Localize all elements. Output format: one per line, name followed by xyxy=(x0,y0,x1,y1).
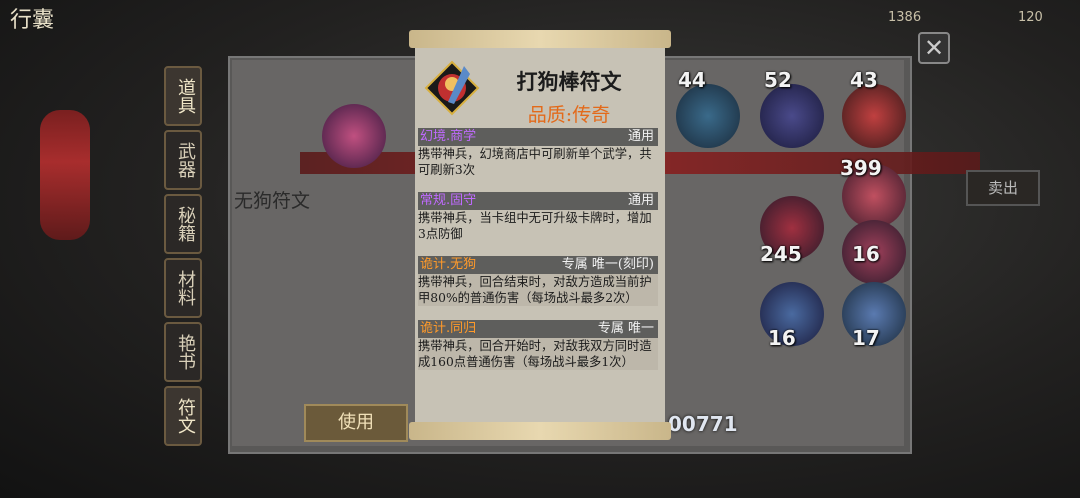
rune-section-header: 幻境.商学 通用 xyxy=(418,128,658,146)
page-title: 行囊 xyxy=(10,8,55,33)
item-count: 00771 xyxy=(668,412,738,436)
rune-section-tag: 专属 唯一 xyxy=(597,321,654,336)
rune-section-tag: 专属 唯一(刻印) xyxy=(561,257,654,272)
grid-item-icon[interactable] xyxy=(760,84,824,148)
tab-runes[interactable]: 符文 xyxy=(164,386,202,446)
item-count: 16 xyxy=(768,326,796,350)
detail-item-name: 无狗符文 xyxy=(234,190,311,212)
grid-item-icon[interactable] xyxy=(842,84,906,148)
decorative-knot xyxy=(40,110,90,240)
rune-section-tag: 通用 xyxy=(627,193,654,208)
tab-books[interactable]: 艳书 xyxy=(164,322,202,382)
tab-items[interactable]: 道具 xyxy=(164,66,202,126)
item-count: 399 xyxy=(840,156,882,180)
rune-item-icon[interactable] xyxy=(322,104,386,168)
tooltip-title: 打狗棒符文 xyxy=(516,69,622,94)
scroll-rod-bottom xyxy=(409,422,671,440)
tab-materials[interactable]: 材料 xyxy=(164,258,202,318)
rune-icon xyxy=(424,60,480,116)
currency-2: 120 xyxy=(1018,10,1043,25)
rune-section-desc: 携带神兵，回合结束时，对敌方造成当前护甲80%的普通伤害（每场战斗最多2次） xyxy=(418,274,658,306)
tab-manuals[interactable]: 秘籍 xyxy=(164,194,202,254)
sell-button[interactable]: 卖出 xyxy=(966,170,1040,206)
item-count: 52 xyxy=(764,68,792,92)
use-button[interactable]: 使用 xyxy=(304,404,408,442)
rune-section-desc: 携带神兵，幻境商店中可刷新单个武学，共可刷新3次 xyxy=(418,147,652,177)
tab-weapons[interactable]: 武器 xyxy=(164,130,202,190)
item-count: 44 xyxy=(678,68,706,92)
item-count: 245 xyxy=(760,242,802,266)
rune-section-name: 常规.固守 xyxy=(420,193,477,208)
tooltip-quality: 品质:传奇 xyxy=(527,104,611,126)
rune-section-name: 诡计.无狗 xyxy=(420,257,477,272)
rune-section-name: 幻境.商学 xyxy=(420,129,477,144)
item-count: 16 xyxy=(852,242,880,266)
close-button[interactable]: ✕ xyxy=(918,32,950,64)
grid-item-icon[interactable] xyxy=(676,84,740,148)
scroll-rod-top xyxy=(409,30,671,48)
rune-section-desc: 携带神兵，回合开始时，对敌我双方同时造成160点普通伤害（每场战斗最多1次） xyxy=(418,338,658,370)
rune-section-tag: 通用 xyxy=(627,129,654,144)
rune-section-header: 诡计.同归 专属 唯一 xyxy=(418,320,658,338)
item-count: 43 xyxy=(850,68,878,92)
rune-section-desc: 携带神兵，当卡组中无可升级卡牌时，增加3点防御 xyxy=(418,211,652,241)
rune-section-name: 诡计.同归 xyxy=(420,321,477,336)
item-count: 17 xyxy=(852,326,880,350)
rune-section-header: 诡计.无狗 专属 唯一(刻印) xyxy=(418,256,658,274)
rune-section-header: 常规.固守 通用 xyxy=(418,192,658,210)
currency-1: 1386 xyxy=(888,10,922,25)
